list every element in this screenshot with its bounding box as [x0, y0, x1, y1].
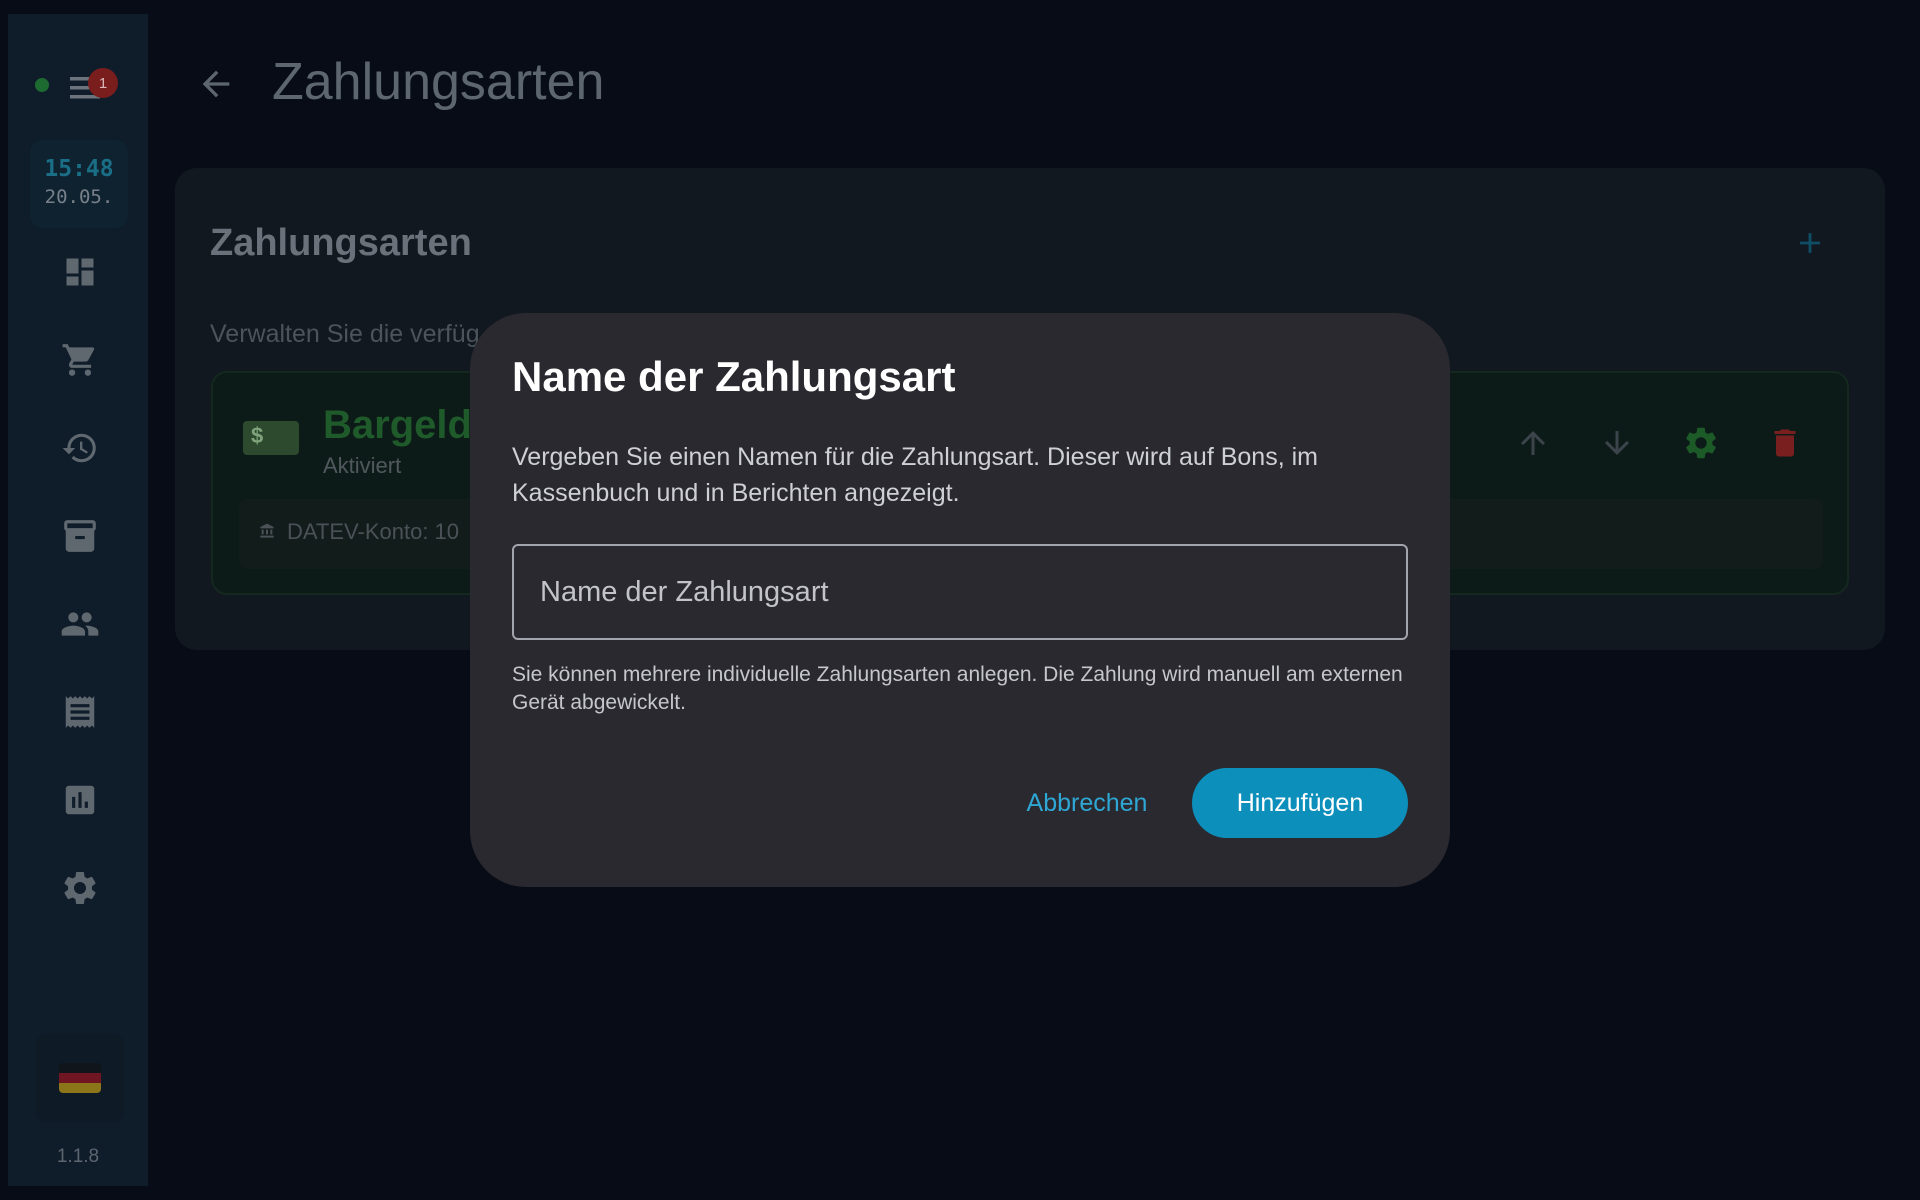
payment-name-input[interactable]	[512, 544, 1408, 640]
arrow-up-icon	[1521, 431, 1545, 455]
gear-icon	[1686, 427, 1716, 459]
people-icon	[61, 612, 99, 636]
history-icon	[62, 433, 96, 463]
payment-method-actions	[1511, 421, 1807, 465]
language-selector[interactable]	[36, 1034, 124, 1122]
dialog-title: Name der Zahlungsart	[512, 353, 956, 400]
connection-status-dot	[35, 78, 49, 92]
nav-settings[interactable]	[58, 866, 102, 910]
name-dialog: Name der Zahlungsart Vergeben Sie einen …	[470, 313, 1450, 887]
dashboard-icon	[66, 258, 94, 286]
settings-icon	[64, 871, 96, 904]
page-title: Zahlungsarten	[272, 53, 605, 111]
arrow-down-icon	[1605, 431, 1629, 455]
nav-dashboard[interactable]	[58, 250, 102, 294]
payment-method-name: Bargeld	[323, 403, 472, 447]
card-title: Zahlungsarten	[210, 222, 472, 264]
dialog-description: Vergeben Sie einen Namen für die Zahlung…	[512, 443, 1318, 507]
nav-history[interactable]	[58, 426, 102, 470]
add-button[interactable]: Hinzufügen	[1192, 768, 1408, 838]
arrow-back-icon	[202, 70, 230, 98]
clock-time: 15:48	[44, 156, 114, 182]
card-description: Verwalten Sie die verfüg	[210, 320, 480, 348]
app-version: 1.1.8	[56, 1146, 100, 1167]
datev-account: DATEV-Konto: 10	[287, 519, 460, 544]
german-flag-icon	[59, 1063, 101, 1093]
nav-receipts[interactable]	[58, 690, 102, 734]
clock: 15:48 20.05.	[30, 140, 128, 228]
payment-settings-button[interactable]	[1679, 421, 1723, 465]
nav-archive[interactable]	[58, 514, 102, 558]
money-icon: $	[243, 421, 299, 455]
clock-date: 20.05.	[44, 186, 114, 208]
dialog-help-text: Sie können mehrere individuelle Zahlungs…	[512, 663, 1403, 714]
nav-reports[interactable]	[58, 778, 102, 822]
delete-payment-button[interactable]	[1763, 421, 1807, 465]
move-down-button[interactable]	[1595, 421, 1639, 465]
chart-icon	[65, 785, 95, 815]
nav-people[interactable]	[58, 602, 102, 646]
trash-icon	[1774, 429, 1796, 457]
add-payment-method-button[interactable]	[1793, 226, 1827, 260]
receipt-icon	[65, 696, 95, 728]
back-button[interactable]	[196, 64, 236, 104]
nav-cart[interactable]	[58, 338, 102, 382]
bank-icon	[259, 523, 275, 544]
cancel-button[interactable]: Abbrechen	[1012, 768, 1162, 838]
payment-method-status: Aktiviert	[323, 453, 402, 478]
cart-icon	[62, 344, 95, 376]
notification-badge: 1	[88, 68, 118, 98]
archive-icon	[64, 520, 96, 552]
sidebar: 1 15:48 20.05. 1.1.8	[8, 14, 148, 1186]
move-up-button[interactable]	[1511, 421, 1555, 465]
plus-icon	[1800, 233, 1820, 253]
